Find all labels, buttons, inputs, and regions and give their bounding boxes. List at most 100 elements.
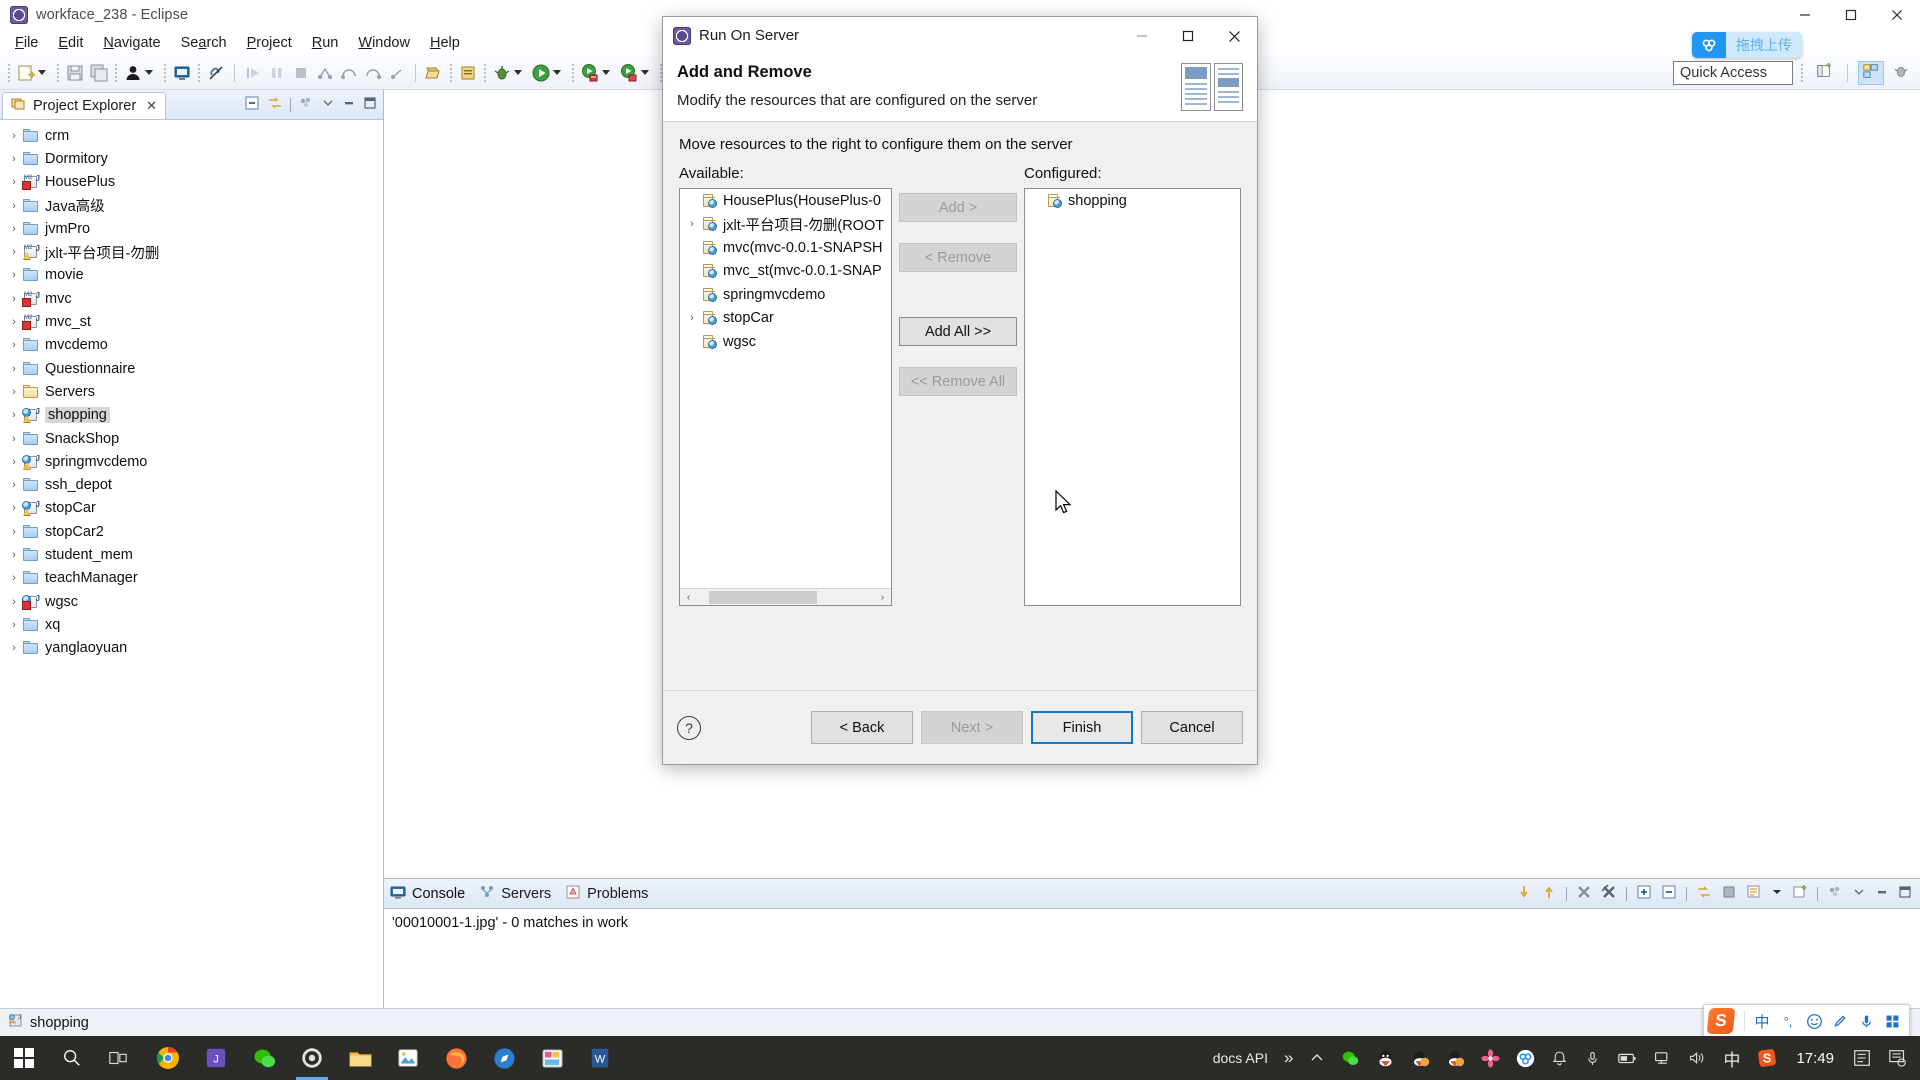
available-hscrollbar[interactable]: ‹ ›: [680, 588, 891, 605]
expand-arrow-icon[interactable]: ›: [6, 176, 22, 188]
expand-arrow-icon[interactable]: ›: [6, 619, 22, 631]
open-type-button[interactable]: [422, 60, 446, 86]
available-list-item[interactable]: mvc_st(mvc-0.0.1-SNAP: [680, 260, 891, 284]
expand-arrow-icon[interactable]: ›: [6, 363, 22, 375]
taskbar-app-icon[interactable]: J: [192, 1036, 240, 1080]
tray-bell-icon[interactable]: [1543, 1036, 1576, 1080]
resume-button[interactable]: [241, 60, 265, 86]
run-as-server-dropdown-arrow[interactable]: [602, 70, 610, 75]
tree-item-wgsc[interactable]: › Jwgsc: [0, 590, 383, 613]
taskbar-clock[interactable]: 17:49: [1786, 1050, 1844, 1067]
expand-arrow-icon[interactable]: ›: [6, 339, 22, 351]
available-list-item[interactable]: springmvcdemo: [680, 283, 891, 307]
action-center-icon[interactable]: [1880, 1036, 1916, 1080]
windows-start-icon[interactable]: [0, 1036, 48, 1080]
footer-button-finish[interactable]: Finish: [1031, 711, 1133, 744]
expand-arrow-icon[interactable]: ›: [684, 312, 700, 324]
tray-flower-icon[interactable]: [1473, 1036, 1508, 1080]
expand-arrow-icon[interactable]: ›: [6, 316, 22, 328]
expand-arrow-icon[interactable]: ›: [6, 153, 22, 165]
taskbar-chrome-icon[interactable]: [144, 1036, 192, 1080]
save-button[interactable]: [63, 60, 87, 86]
expand-arrow-icon[interactable]: ›: [6, 526, 22, 538]
ime-handwriting-icon[interactable]: [1827, 1008, 1853, 1034]
expand-arrow-icon[interactable]: ›: [6, 456, 22, 468]
tree-item-stopCar[interactable]: › JstopCar: [0, 497, 383, 520]
project-tree[interactable]: › crm › Dormitory › M2 J HousePlus › Java高级 › jvmPr…: [0, 120, 383, 1008]
menu-file[interactable]: File: [6, 33, 47, 54]
available-list-item[interactable]: › jxlt-平台项目-勿删(ROOT: [680, 213, 891, 237]
suspend-button[interactable]: [265, 60, 289, 86]
menu-search[interactable]: Search: [172, 33, 236, 54]
tab-project-explorer[interactable]: Project Explorer ✕: [2, 92, 167, 119]
tree-item-Dormitory[interactable]: › Dormitory: [0, 147, 383, 170]
ime-emoji-icon[interactable]: [1801, 1008, 1827, 1034]
tray-docs-api-label[interactable]: docs API: [1205, 1036, 1276, 1080]
menu-navigate[interactable]: Navigate: [94, 33, 169, 54]
tray-ime-indicator[interactable]: 中: [1715, 1036, 1748, 1080]
tray-network-icon[interactable]: [1645, 1036, 1680, 1080]
tree-item-springmvcdemo[interactable]: › Jspringmvcdemo: [0, 450, 383, 473]
tab-console[interactable]: Console: [390, 884, 465, 904]
link-off-button[interactable]: [204, 60, 228, 86]
sogou-logo-icon[interactable]: S: [1706, 1008, 1736, 1034]
minimize-icon[interactable]: [342, 96, 356, 115]
expand-arrow-icon[interactable]: ›: [6, 479, 22, 491]
scroll-up-icon[interactable]: [1541, 884, 1557, 905]
new-console-icon[interactable]: [1792, 884, 1808, 905]
expand-all-icon[interactable]: [1636, 884, 1652, 905]
maximize-button[interactable]: [1828, 0, 1874, 30]
tree-item-jxlt-平台项目-勿删[interactable]: › M2 J jxlt-平台项目-勿删: [0, 240, 383, 263]
available-list-item[interactable]: › stopCar: [680, 307, 891, 331]
maximize-icon[interactable]: [363, 96, 377, 115]
expand-arrow-icon[interactable]: ›: [6, 386, 22, 398]
tree-item-crm[interactable]: › crm: [0, 124, 383, 147]
taskbar-word-icon[interactable]: W: [576, 1036, 624, 1080]
minimize-icon[interactable]: [1875, 885, 1889, 904]
dialog-close-button[interactable]: [1211, 17, 1257, 55]
minimize-button[interactable]: [1782, 0, 1828, 30]
tab-problems[interactable]: Problems: [565, 884, 648, 904]
tree-item-jvmPro[interactable]: › jvmPro: [0, 217, 383, 240]
drag-upload-badge[interactable]: 拖拽上传: [1692, 32, 1802, 58]
menu-window[interactable]: Window: [349, 33, 419, 54]
collapse-all-icon[interactable]: [244, 95, 260, 116]
dialog-maximize-button[interactable]: [1165, 17, 1211, 55]
run-dropdown-arrow[interactable]: [553, 70, 561, 75]
step-into-button[interactable]: [313, 60, 337, 86]
tree-item-teachManager[interactable]: › teachManager: [0, 567, 383, 590]
new-wizard-button[interactable]: [14, 60, 53, 86]
tray-volume-icon[interactable]: [1680, 1036, 1715, 1080]
footer-button-back[interactable]: < Back: [811, 711, 913, 744]
debug-dropdown-arrow[interactable]: [514, 70, 522, 75]
quick-access-input[interactable]: Quick Access: [1673, 61, 1793, 85]
dialog-minimize-button[interactable]: [1119, 17, 1165, 55]
available-list-item[interactable]: mvc(mvc-0.0.1-SNAPSH: [680, 236, 891, 260]
scroll-left-icon[interactable]: ‹: [680, 589, 697, 606]
link-with-editor-icon[interactable]: [267, 95, 283, 116]
menu-edit[interactable]: Edit: [49, 33, 92, 54]
ime-chinese-mode-icon[interactable]: 中: [1749, 1008, 1775, 1034]
tree-item-mvcdemo[interactable]: › mvcdemo: [0, 334, 383, 357]
tree-item-Questionnaire[interactable]: › Questionnaire: [0, 357, 383, 380]
java-ee-perspective-button[interactable]: [1858, 61, 1884, 85]
view-menu-icon[interactable]: [1827, 884, 1843, 905]
expand-arrow-icon[interactable]: ›: [6, 409, 22, 421]
tab-servers[interactable]: Servers: [479, 884, 551, 904]
expand-arrow-icon[interactable]: ›: [6, 269, 22, 281]
available-list-item[interactable]: HousePlus(HousePlus-0: [680, 189, 891, 213]
expand-arrow-icon[interactable]: ›: [6, 596, 22, 608]
run-as-server-button[interactable]: [578, 60, 617, 86]
tray-baidu-netdisk-icon[interactable]: [1508, 1036, 1543, 1080]
tree-item-stopCar2[interactable]: › stopCar2: [0, 520, 383, 543]
person-button[interactable]: [121, 60, 160, 86]
taskbar-file-explorer-icon[interactable]: [336, 1036, 384, 1080]
tree-item-ssh_depot[interactable]: › ssh_depot: [0, 473, 383, 496]
configured-listbox[interactable]: shopping: [1024, 188, 1241, 606]
tree-item-HousePlus[interactable]: › M2 J HousePlus: [0, 171, 383, 194]
step-return-button[interactable]: [361, 60, 385, 86]
expand-arrow-icon[interactable]: ›: [6, 642, 22, 654]
tray-sogou-icon[interactable]: S: [1748, 1036, 1786, 1080]
hscroll-track[interactable]: [697, 588, 874, 605]
tree-item-mvc_st[interactable]: › M2 J mvc_st: [0, 310, 383, 333]
